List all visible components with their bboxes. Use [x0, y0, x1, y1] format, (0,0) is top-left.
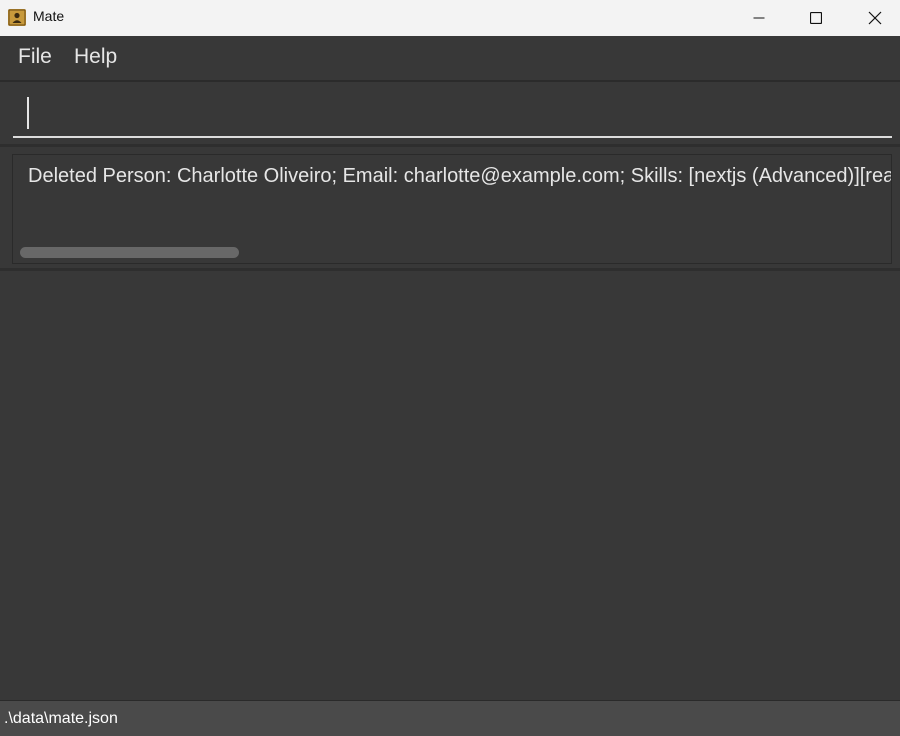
- minimize-button[interactable]: [736, 0, 782, 36]
- menu-file[interactable]: File: [18, 45, 52, 69]
- command-divider: [0, 144, 900, 147]
- close-icon: [868, 11, 882, 25]
- close-button[interactable]: [852, 0, 898, 36]
- horizontal-scrollbar[interactable]: [20, 247, 239, 258]
- command-box: [13, 90, 892, 138]
- menu-divider: [0, 80, 900, 82]
- maximize-icon: [810, 12, 822, 24]
- text-caret: [27, 97, 29, 129]
- window-title: Mate: [33, 8, 65, 24]
- address-book-icon: [8, 9, 26, 26]
- person-list-panel: [0, 271, 900, 700]
- data-file-path: .\data\mate.json: [4, 710, 118, 727]
- maximize-button[interactable]: [793, 0, 839, 36]
- command-input[interactable]: [13, 90, 892, 136]
- menu-bar: File Help: [0, 36, 900, 80]
- result-message: Deleted Person: Charlotte Oliveiro; Emai…: [28, 165, 892, 187]
- status-bar: .\data\mate.json: [0, 700, 900, 736]
- title-bar: Mate: [0, 0, 900, 36]
- result-display: Deleted Person: Charlotte Oliveiro; Emai…: [12, 154, 892, 264]
- menu-help[interactable]: Help: [74, 45, 117, 69]
- minimize-icon: [753, 17, 765, 19]
- command-underline: [13, 136, 892, 138]
